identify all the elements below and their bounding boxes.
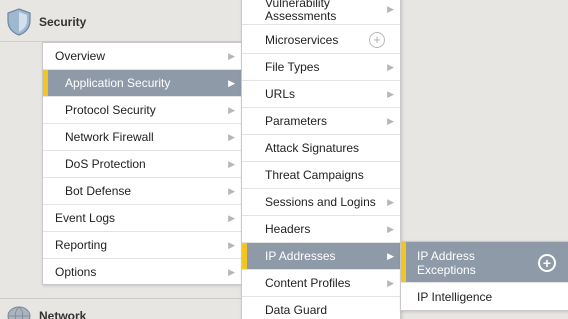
menu-item-file-types[interactable]: File Types ▶ [242,54,400,81]
plus-circle-icon[interactable]: + [369,32,385,48]
menu-item-content-profiles[interactable]: Content Profiles ▶ [242,270,400,297]
network-title[interactable]: Network [39,309,86,319]
chevron-right-icon: ▶ [387,278,394,288]
menu-item-ip-addresses[interactable]: IP Addresses ▶ [242,243,400,270]
menu-item-protocol-security[interactable]: Protocol Security ▶ [43,97,241,124]
chevron-right-icon: ▶ [228,267,235,277]
menu-item-label: Network Firewall [65,130,154,144]
chevron-right-icon: ▶ [387,4,394,14]
menu-item-event-logs[interactable]: Event Logs ▶ [43,205,241,232]
menu-item-label: DoS Protection [65,157,146,171]
chevron-right-icon: ▶ [228,213,235,223]
chevron-right-icon: ▶ [387,89,394,99]
menu-item-threat-campaigns[interactable]: Threat Campaigns [242,162,400,189]
menu-item-label: IP Addresses [265,249,336,263]
menu-item-label: Options [55,265,97,279]
menu-item-label: Data Guard [265,303,328,317]
chevron-right-icon: ▶ [387,62,394,72]
chevron-right-icon: ▶ [228,159,235,169]
menu-item-attack-signatures[interactable]: Attack Signatures [242,135,400,162]
plus-circle-icon[interactable]: + [538,254,556,272]
menu-item-ip-address-exceptions[interactable]: IP Address Exceptions + [401,242,568,283]
chevron-right-icon: ▶ [228,240,235,250]
menu-item-dos-protection[interactable]: DoS Protection ▶ [43,151,241,178]
security-title[interactable]: Security [39,15,86,29]
chevron-right-icon: ▶ [387,116,394,126]
menu-item-network-firewall[interactable]: Network Firewall ▶ [43,124,241,151]
menu-item-reporting[interactable]: Reporting ▶ [43,232,241,259]
menu-item-microservices[interactable]: Microservices + [242,27,400,54]
menu-item-label: URLs [265,87,296,101]
chevron-right-icon: ▶ [387,251,394,261]
chevron-right-icon: ▶ [228,78,235,88]
chevron-right-icon: ▶ [387,224,394,234]
menu-item-label: Protocol Security [65,103,156,117]
ip-addresses-submenu: IP Address Exceptions + IP Intelligence [400,241,568,311]
menu-item-ip-intelligence[interactable]: IP Intelligence [401,284,568,311]
menu-item-label: IP Address Exceptions [417,249,476,277]
menu-item-label: IP Intelligence [417,290,493,304]
menu-item-label: Overview [55,49,106,63]
chevron-right-icon: ▶ [387,197,394,207]
menu-item-label: Attack Signatures [265,141,360,155]
menu-item-label: Reporting [55,238,108,252]
shield-icon [7,8,31,36]
menu-item-label: Bot Defense [65,184,132,198]
menu-item-application-security[interactable]: Application Security ▶ [43,70,241,97]
menu-item-label: Content Profiles [265,276,351,290]
application-security-submenu: Vulnerability Assessments ▶ Microservice… [241,0,401,319]
menu-item-label: Parameters [265,114,328,128]
menu-item-data-guard[interactable]: Data Guard [242,297,400,319]
menu-item-label: Event Logs [55,211,116,225]
menu-item-label: File Types [265,60,320,74]
menu-item-sessions-and-logins[interactable]: Sessions and Logins ▶ [242,189,400,216]
menu-item-label: Microservices [265,33,339,47]
menu-item-overview[interactable]: Overview ▶ [43,43,241,70]
network-section-header[interactable] [0,298,245,319]
menu-item-parameters[interactable]: Parameters ▶ [242,108,400,135]
globe-icon [7,306,31,319]
security-section-header[interactable] [0,0,245,42]
menu-item-options[interactable]: Options ▶ [43,259,241,286]
menu-item-label: Application Security [65,76,171,90]
menu-item-label: Vulnerability Assessments [265,0,337,23]
menu-item-label: Sessions and Logins [265,195,376,209]
menu-item-urls[interactable]: URLs ▶ [242,81,400,108]
menu-item-vulnerability-assessments[interactable]: Vulnerability Assessments ▶ [242,0,400,25]
chevron-right-icon: ▶ [228,132,235,142]
chevron-right-icon: ▶ [228,105,235,115]
security-submenu: Overview ▶ Application Security ▶ Protoc… [42,42,242,285]
menu-item-headers[interactable]: Headers ▶ [242,216,400,243]
menu-item-label: Headers [265,222,311,236]
menu-item-bot-defense[interactable]: Bot Defense ▶ [43,178,241,205]
menu-item-label: Threat Campaigns [265,168,364,182]
chevron-right-icon: ▶ [228,51,235,61]
chevron-right-icon: ▶ [228,186,235,196]
